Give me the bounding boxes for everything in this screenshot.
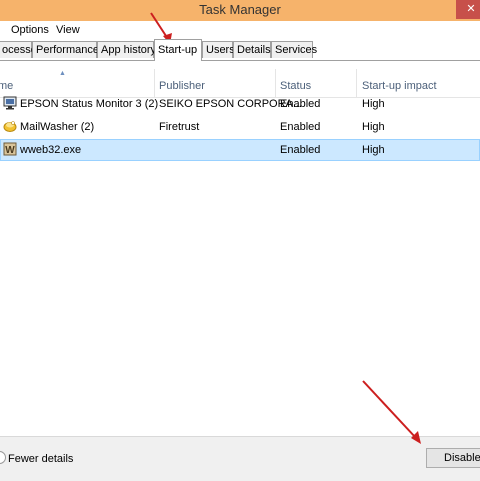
tab-processes[interactable]: ocesses	[0, 41, 42, 58]
chevron-up-icon[interactable]	[0, 451, 6, 464]
column-header-startup-impact[interactable]: Start-up impact	[362, 80, 437, 92]
sort-ascending-icon: ▲	[59, 70, 66, 77]
tab-services[interactable]: Services	[271, 41, 317, 58]
menu-options[interactable]: Options	[11, 24, 49, 36]
column-header-status[interactable]: Status	[280, 80, 311, 92]
mailwasher-icon	[3, 121, 17, 132]
column-header-name[interactable]: me	[0, 80, 13, 92]
menu-bar: Options View	[0, 21, 480, 39]
row-impact: High	[362, 144, 385, 156]
row-name: EPSON Status Monitor 3 (2)	[20, 98, 159, 110]
tab-strip: ocesses Performance App history Start-up…	[0, 39, 480, 61]
row-publisher: Firetrust	[159, 121, 200, 133]
menu-view[interactable]: View	[56, 24, 80, 36]
disable-button[interactable]: Disable	[426, 448, 480, 468]
row-status: Enabled	[280, 98, 321, 110]
row-impact: High	[362, 98, 385, 110]
fewer-details-link[interactable]: Fewer details	[8, 453, 73, 465]
row-status: Enabled	[280, 121, 321, 133]
tab-start-up[interactable]: Start-up	[154, 39, 202, 61]
monitor-icon	[3, 96, 17, 110]
column-header-publisher[interactable]: Publisher	[159, 80, 205, 92]
row-status: Enabled	[280, 144, 321, 156]
table-row[interactable]: MailWasher (2) Firetrust Enabled High	[0, 116, 480, 138]
row-impact: High	[362, 121, 385, 133]
row-name: MailWasher (2)	[20, 121, 95, 133]
table-row[interactable]: W wweb32.exe Enabled High	[0, 139, 480, 161]
title-bar: Task Manager ✕	[0, 0, 480, 22]
w-app-icon: W	[3, 142, 17, 156]
svg-text:W: W	[5, 145, 15, 156]
tab-performance[interactable]: Performance	[32, 41, 99, 58]
window-title: Task Manager	[199, 2, 281, 17]
tab-app-history[interactable]: App history	[97, 41, 156, 58]
tab-details[interactable]: Details	[233, 41, 271, 58]
close-button[interactable]: ✕	[456, 0, 480, 19]
tab-users[interactable]: Users	[202, 41, 235, 58]
startup-list: ▲ me Publisher Status Start-up impact EP…	[0, 61, 480, 435]
row-name: wweb32.exe	[20, 144, 82, 156]
table-row[interactable]: EPSON Status Monitor 3 (2) SEIKO EPSON C…	[0, 93, 480, 115]
footer-bar: Fewer details Disable	[0, 436, 480, 481]
